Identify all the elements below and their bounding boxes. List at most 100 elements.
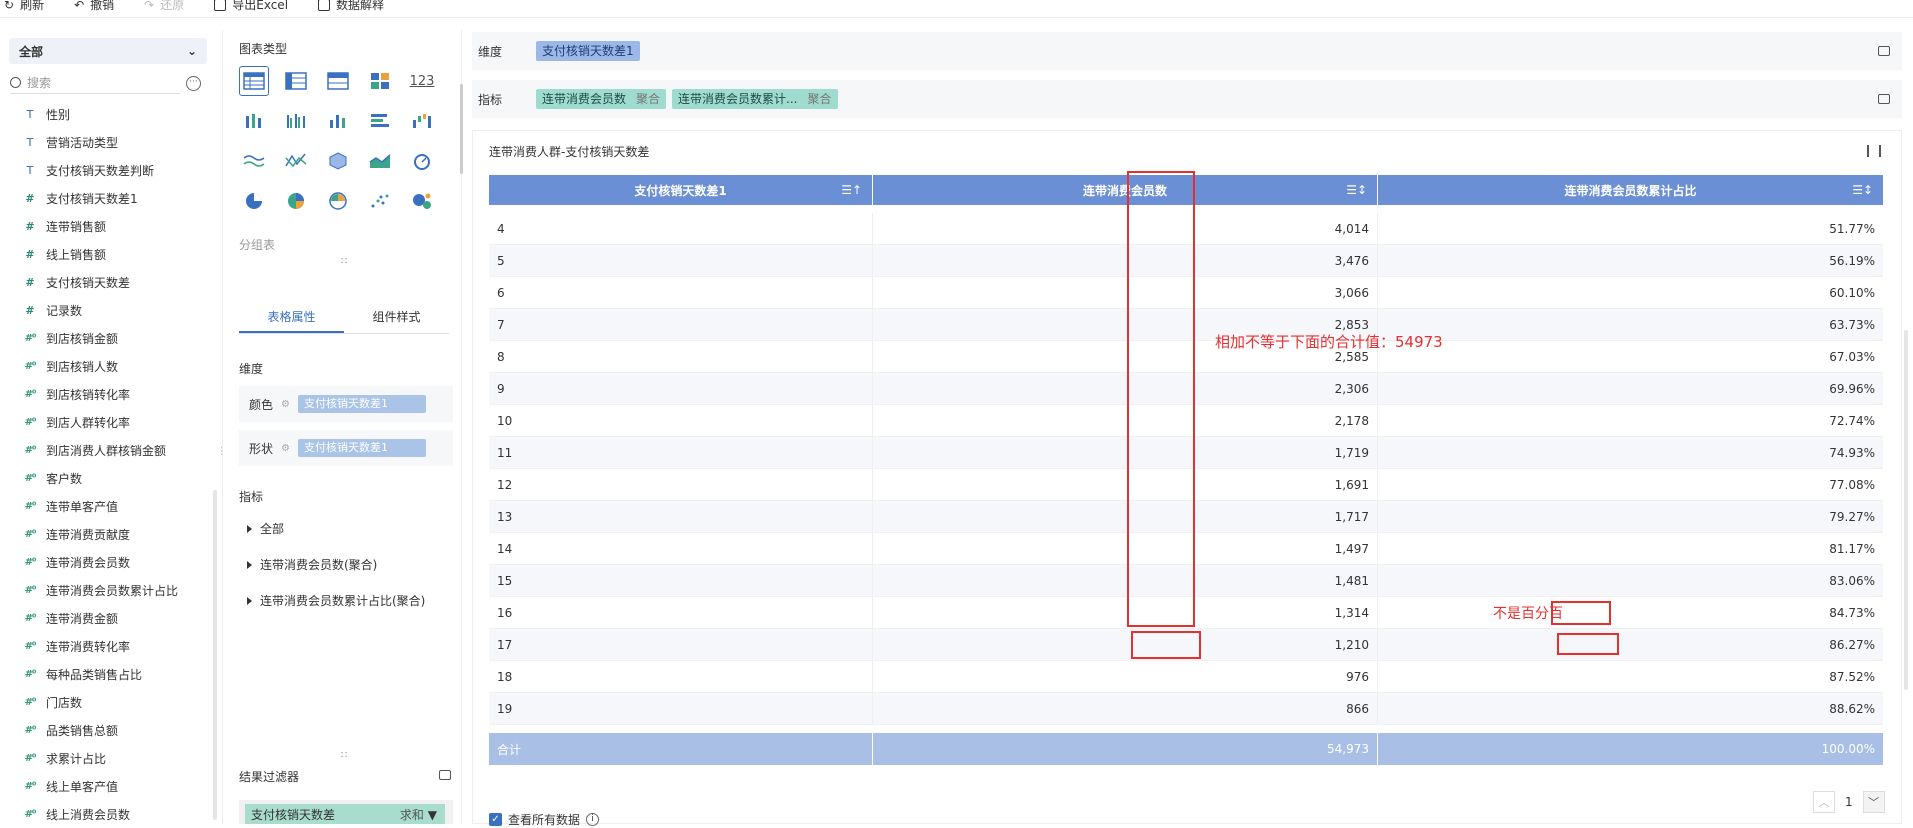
field-item[interactable]: # 支付核销天数差: [0, 268, 210, 296]
multi-pie-chart-type[interactable]: [281, 186, 311, 216]
cell-member-count: 4,014: [873, 213, 1378, 244]
next-page-button[interactable]: ﹀: [1862, 791, 1885, 813]
field-item[interactable]: #⁰ 连带消费会员数累计占比: [0, 576, 210, 604]
table-row[interactable]: 18 976 87.52%: [489, 661, 1883, 693]
table-row[interactable]: 19 866 88.62%: [489, 693, 1883, 725]
dimension-pill[interactable]: 支付核销天数差1: [536, 41, 640, 61]
cell-days-diff: 16: [489, 597, 873, 628]
field-item[interactable]: #⁰ 连带消费金额: [0, 604, 210, 632]
field-item[interactable]: # 支付核销天数差1: [0, 184, 210, 212]
sort-icon[interactable]: ☰↑: [841, 183, 862, 197]
header-member-count[interactable]: 连带消费会员数 ☰↕: [873, 175, 1378, 205]
field-item[interactable]: #⁰ 到店核销转化率: [0, 380, 210, 408]
radar-chart-type[interactable]: [323, 146, 353, 176]
drag-handle-icon[interactable]: ∷: [341, 256, 347, 267]
cell-days-diff: 12: [489, 469, 873, 500]
redo-button[interactable]: ↷ 还原: [144, 0, 184, 13]
field-item[interactable]: #⁰ 门店数: [0, 688, 210, 716]
field-search-input[interactable]: 搜索: [10, 72, 180, 94]
total-member-count: 54,973: [873, 733, 1378, 765]
detail-table-chart-type[interactable]: [323, 66, 353, 96]
tab-component-style[interactable]: 组件样式: [344, 300, 449, 333]
field-item[interactable]: #⁰ 连带消费转化率: [0, 632, 210, 660]
field-item[interactable]: #⁰ 求累计占比: [0, 744, 210, 772]
gauge-chart-type[interactable]: [407, 146, 437, 176]
measure-slot[interactable]: 指标 连带消费会员数 聚合 连带消费会员数累计... 聚合: [472, 80, 1902, 118]
lock-icon[interactable]: [1878, 94, 1890, 104]
field-item[interactable]: #⁰ 到店消费人群核销金额: [0, 436, 210, 464]
header-days-diff[interactable]: 支付核销天数差1 ☰↑: [489, 175, 873, 205]
field-item[interactable]: #⁰ 连带消费贡献度: [0, 520, 210, 548]
data-explain-button[interactable]: 数据解释: [318, 0, 384, 13]
pie-chart-type[interactable]: [239, 186, 269, 216]
column-settings-icon[interactable]: [1867, 145, 1881, 157]
cell-days-diff: 15: [489, 565, 873, 596]
color-property-row[interactable]: 颜色 ⚙ 支付核销天数差1: [239, 386, 453, 422]
measure-pill-cumulative-pct[interactable]: 连带消费会员数累计... 聚合: [672, 89, 838, 109]
field-item[interactable]: # 记录数: [0, 296, 210, 324]
drag-handle-icon[interactable]: ∷: [341, 750, 347, 761]
field-scope-dropdown[interactable]: 全部 ⌄: [9, 38, 207, 64]
tree-item-member-count[interactable]: 连带消费会员数(聚合): [247, 556, 377, 573]
bar-chart-type[interactable]: [365, 106, 395, 136]
field-item[interactable]: #⁰ 到店核销人数: [0, 352, 210, 380]
scatter-chart-type[interactable]: [365, 186, 395, 216]
tree-item-all[interactable]: 全部: [247, 520, 284, 537]
info-icon[interactable]: i: [586, 813, 600, 826]
export-excel-button[interactable]: 导出Excel: [214, 0, 288, 13]
grouped-column-chart-type[interactable]: [281, 106, 311, 136]
shape-property-row[interactable]: 形状 ⚙ 支付核销天数差1: [239, 430, 453, 466]
tab-table-properties[interactable]: 表格属性: [239, 300, 344, 333]
stacked-column-chart-type[interactable]: [239, 106, 269, 136]
field-item[interactable]: #⁰ 品类销售总额: [0, 716, 210, 744]
undo-button[interactable]: ↶ 撤销: [74, 0, 114, 13]
field-item[interactable]: #⁰ 线上单客产值: [0, 772, 210, 800]
rose-chart-type[interactable]: [323, 186, 353, 216]
view-all-data-checkbox[interactable]: ✓ 查看所有数据 i: [489, 811, 600, 828]
lock-icon[interactable]: [439, 770, 451, 780]
more-options-icon[interactable]: ···: [186, 76, 201, 91]
number-chart-type[interactable]: 123: [407, 66, 437, 96]
line-point-chart-type[interactable]: [281, 146, 311, 176]
bubble-chart-type[interactable]: [407, 186, 437, 216]
sort-icon[interactable]: ☰↕: [1346, 183, 1367, 197]
result-filter-pill[interactable]: 支付核销天数差 求和 ▼: [245, 804, 445, 824]
field-item[interactable]: #⁰ 连带单客产值: [0, 492, 210, 520]
field-item[interactable]: #⁰ 每种品类销售占比: [0, 660, 210, 688]
annotation-sum-note: 相加不等于下面的合计值：54973: [1215, 333, 1443, 351]
area-chart-type[interactable]: [365, 146, 395, 176]
chart-type-scrollbar[interactable]: [460, 84, 463, 174]
main-scrollbar[interactable]: [1904, 330, 1908, 690]
filter-icon[interactable]: ▼: [428, 808, 437, 822]
chevron-down-icon: ⌄: [186, 44, 197, 58]
sort-icon[interactable]: ☰↕: [1852, 183, 1873, 197]
measure-pill-member-count[interactable]: 连带消费会员数 聚合: [536, 89, 667, 109]
field-item[interactable]: #⁰ 客户数: [0, 464, 210, 492]
tree-item-cumulative-pct[interactable]: 连带消费会员数累计占比(聚合): [247, 592, 425, 609]
field-item[interactable]: #⁰ 到店人群转化率: [0, 408, 210, 436]
field-item[interactable]: T 支付核销天数差判断: [0, 156, 210, 184]
crosstab-chart-type[interactable]: [281, 66, 311, 96]
config-panel: 图表类型 123 分组表 ∷ 表格属性 组件样式 维度 颜色 ⚙ 支付核销天数差…: [222, 30, 463, 824]
field-item[interactable]: # 线上销售额: [0, 240, 210, 268]
refresh-button[interactable]: ↻ 刷新: [4, 0, 44, 13]
lock-icon[interactable]: [1878, 46, 1890, 56]
field-item[interactable]: T 性别: [0, 100, 210, 128]
prev-page-button[interactable]: ︿: [1813, 791, 1835, 813]
total-label: 合计: [489, 733, 873, 765]
field-item[interactable]: T 营销活动类型: [0, 128, 210, 156]
kpi-board-chart-type[interactable]: [365, 66, 395, 96]
line-chart-type[interactable]: [239, 146, 269, 176]
header-cumulative-pct[interactable]: 连带消费会员数累计占比 ☰↕: [1378, 175, 1883, 205]
table-chart-type[interactable]: [239, 66, 269, 96]
undo-icon: ↶: [74, 0, 85, 12]
waterfall-chart-type[interactable]: [407, 106, 437, 136]
field-item[interactable]: # 连带销售额: [0, 212, 210, 240]
dimension-slot[interactable]: 维度 支付核销天数差1: [472, 32, 1902, 70]
field-item[interactable]: #⁰ 连带消费会员数: [0, 548, 210, 576]
cell-days-diff: 8: [489, 341, 873, 372]
field-list-scrollbar[interactable]: [213, 490, 217, 820]
cell-member-count: 2,306: [873, 373, 1378, 404]
field-item[interactable]: #⁰ 到店核销金额: [0, 324, 210, 352]
column-chart-type[interactable]: [323, 106, 353, 136]
